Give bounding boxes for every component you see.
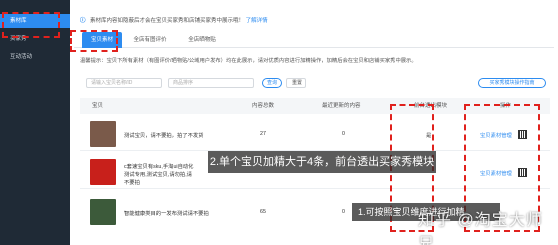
item-search-input[interactable]: 请输入宝贝名称/ID (86, 78, 162, 88)
sort-select[interactable]: 商品排序 (168, 78, 254, 88)
content-count: 65 (260, 209, 266, 215)
tab-label: 全店晒物贴 (188, 37, 216, 43)
notice-details-link[interactable]: 了解详情 (246, 18, 268, 24)
guide-button[interactable]: 买家秀模块操作指南 (478, 78, 546, 88)
item-thumbnail[interactable] (90, 121, 116, 147)
annotation-box-tab (70, 30, 118, 52)
guide-button-label: 买家秀模块操作指南 (489, 80, 535, 86)
search-button[interactable]: 查询 (262, 78, 282, 88)
item-title[interactable]: 测试宝贝，请不要拍，拍了不发货 (124, 131, 234, 139)
column-header-content-count: 内容总数 (252, 103, 275, 109)
hint-text: 温馨提示：宝贝下所有素材（有图评价/晒物贴/公域用户发布）均在此展示，请对优质内… (80, 58, 417, 64)
column-header-recent-content: 最近更新的内容 (322, 103, 361, 109)
notice-bar: ⓘ 素材库内容如隐蔽后才会在宝贝买家秀和店铺买家秀中展示哦！ 了解详情 (70, 14, 558, 28)
tab-bar: 宝贝素材 全店有图评价 全店晒物贴 (74, 32, 554, 48)
notice-text: 素材库内容如隐蔽后才会在宝贝买家秀和店铺买家秀中展示哦！ (90, 18, 245, 24)
tab-shop-showcase-posts[interactable]: 全店晒物贴 (180, 32, 224, 48)
recent-content: 0 (342, 131, 345, 137)
item-thumbnail[interactable] (90, 199, 116, 225)
tab-shop-photo-reviews[interactable]: 全店有图评价 (124, 32, 176, 48)
item-thumbnail[interactable] (90, 159, 116, 185)
item-title[interactable]: 智能健康类目的一发布测试请不要拍 (124, 209, 244, 217)
watermark: 知乎 @淘宝大师兄 (418, 212, 543, 245)
tab-label: 全店有图评价 (133, 37, 167, 43)
info-icon: ⓘ (80, 18, 86, 24)
sidebar-item-interactive-activity[interactable]: 互动活动 (0, 50, 70, 64)
item-title[interactable]: c套速宝贝有sku,手淘ui自动化测试专用,测试宝贝,请勿拍,请不要拍 (124, 163, 194, 187)
content-count: 27 (260, 131, 266, 137)
reset-button-label: 重置 (292, 80, 303, 86)
search-button-label: 查询 (266, 80, 277, 86)
recent-content: 0 (342, 209, 345, 215)
item-search-placeholder: 请输入宝贝名称/ID (91, 80, 133, 86)
reset-button[interactable]: 重置 (286, 78, 306, 88)
annotation-banner-center: 2.单个宝贝加精大于4条，前台透出买家秀模块 (208, 151, 436, 173)
sidebar-item-label: 互动活动 (10, 54, 33, 60)
sort-select-placeholder: 商品排序 (173, 80, 194, 86)
column-header-item: 宝贝 (92, 103, 104, 109)
annotation-box-sidebar (2, 12, 60, 38)
